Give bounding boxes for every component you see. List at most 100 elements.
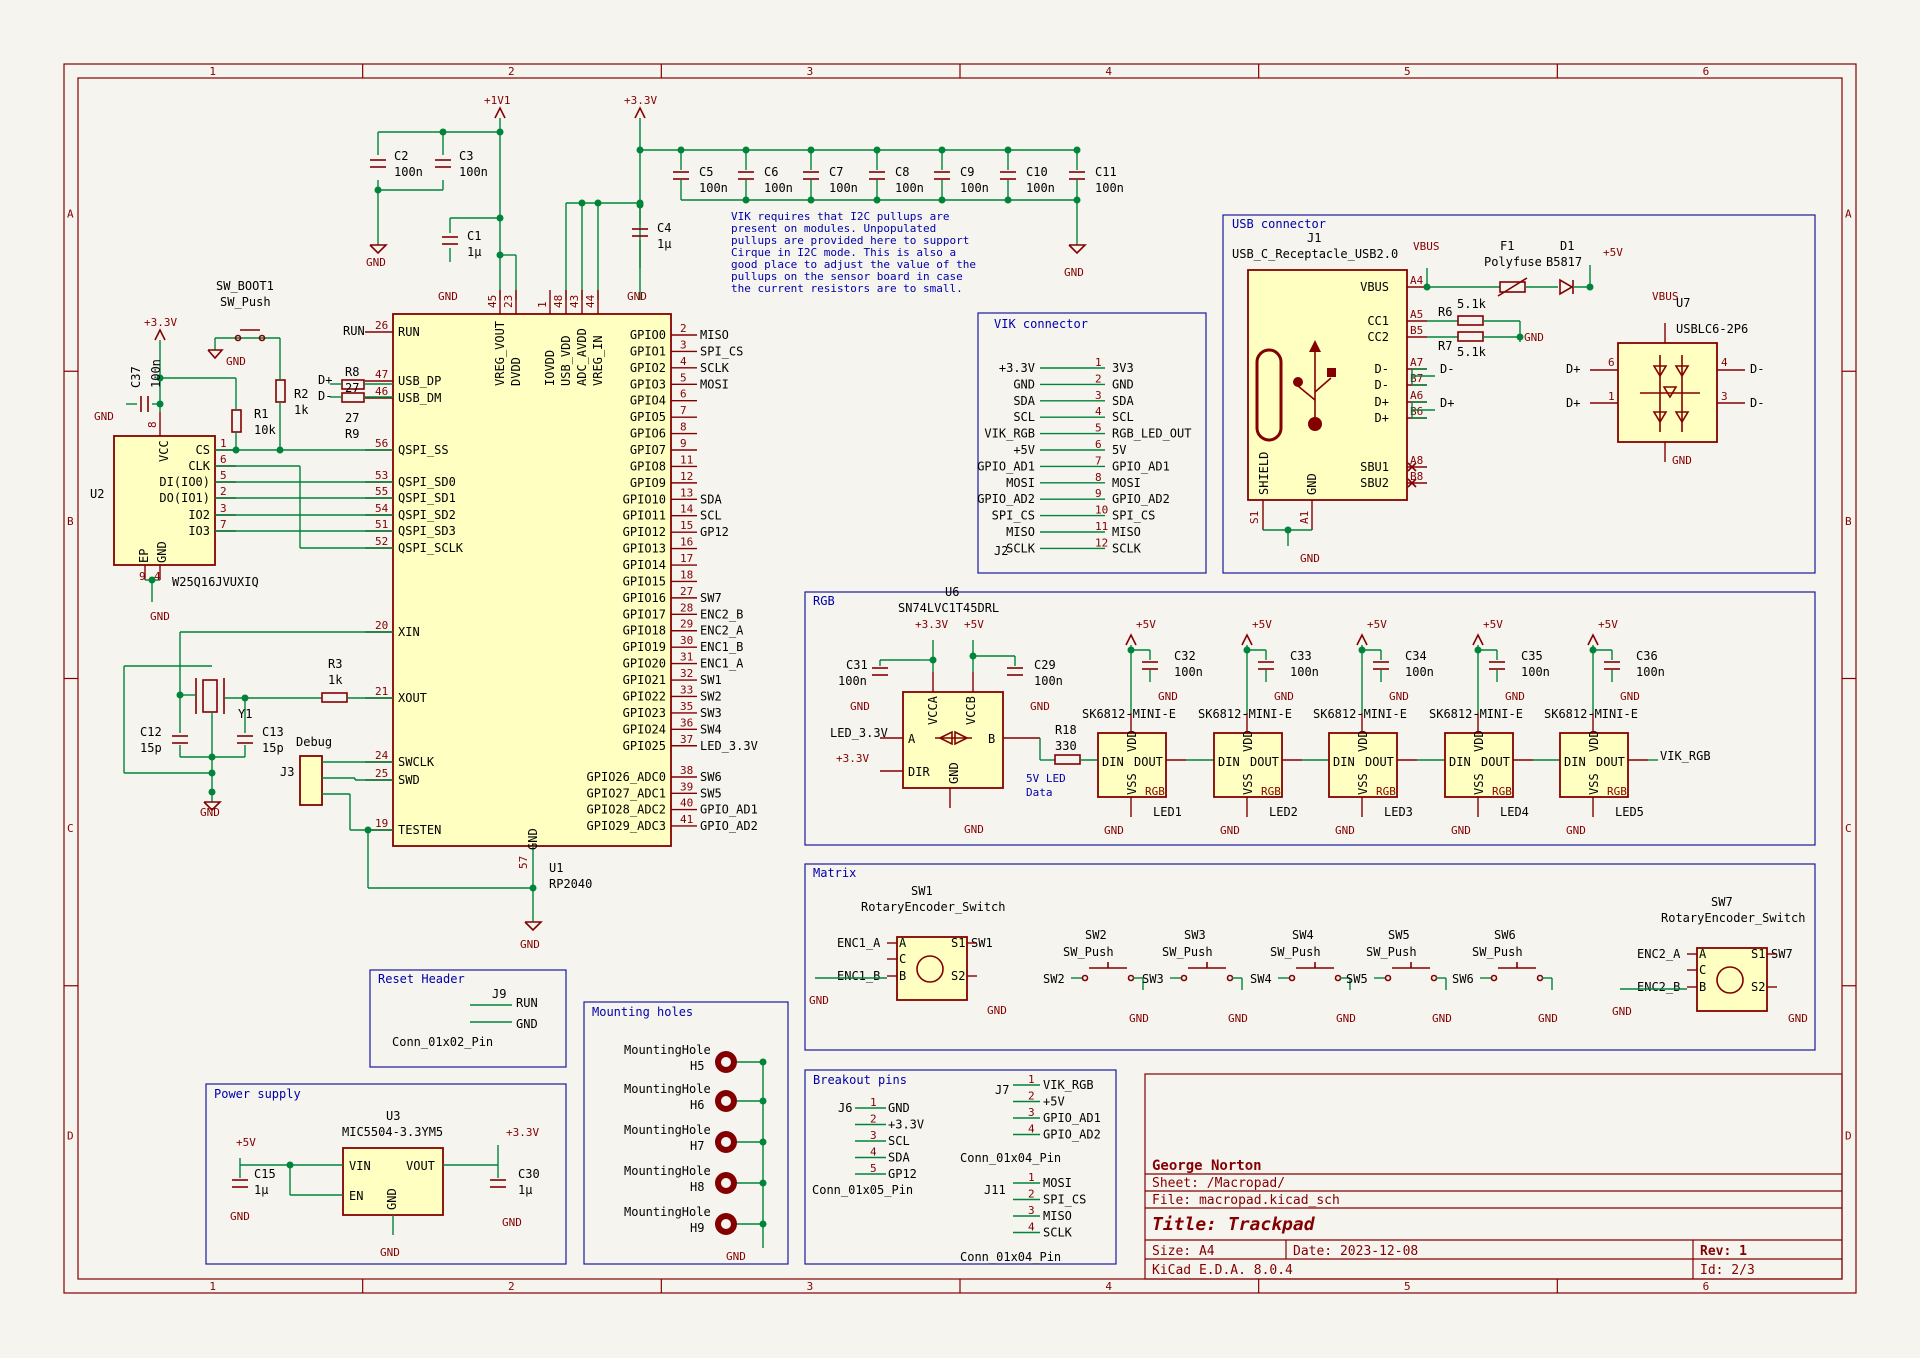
- j6-net: GP12: [888, 1167, 917, 1181]
- vik-pin: MISO: [1112, 525, 1141, 539]
- led-cap-ref: C33: [1290, 649, 1312, 663]
- led-din: DIN: [1449, 755, 1471, 769]
- net-label: SCL: [700, 509, 722, 523]
- hole-ref: H6: [690, 1098, 704, 1112]
- power-supply: Power supply U3 MIC5504-3.3YM5 VIN EN VO…: [205, 1083, 567, 1265]
- net-label: ENC2_A: [700, 624, 744, 638]
- u2-pin-name: IO2: [188, 508, 210, 522]
- c15-val: 1µ: [254, 1183, 268, 1197]
- usb-pin-name: CC2: [1367, 330, 1389, 344]
- u2-pin-name: DO(IO1): [159, 491, 210, 505]
- gnd-label: GND: [94, 410, 114, 423]
- u1-pin-num: 41: [680, 813, 693, 826]
- u1-pin-name: GPIO19: [623, 640, 666, 654]
- u1-pin-name: GPIO4: [630, 394, 666, 408]
- usb-pin-num: B8: [1410, 470, 1423, 483]
- vik-net: +5V: [1013, 443, 1035, 457]
- u1-pin-num: 32: [680, 667, 693, 680]
- cap-ref: C11: [1095, 165, 1117, 179]
- u1-pin-name: GPIO7: [630, 443, 666, 457]
- u1-pin-name: QSPI_SD1: [398, 491, 456, 505]
- led-ref: LED3: [1384, 805, 1413, 819]
- c30-ref: C30: [518, 1167, 540, 1181]
- tb-tool: KiCad E.D.A. 8.0.4: [1152, 1263, 1293, 1278]
- j11-net: MOSI: [1043, 1176, 1072, 1190]
- border-col-2: 2: [508, 65, 515, 78]
- led-vss: VSS: [1587, 773, 1601, 795]
- u1-pin-name: GPIO27_ADC1: [587, 786, 666, 800]
- u1-pin-num: 28: [680, 601, 693, 614]
- cap-ref: C10: [1026, 165, 1048, 179]
- pin-num: 4: [1095, 405, 1102, 418]
- push-net: SW6: [1452, 972, 1474, 986]
- gnd-label: GND: [1620, 690, 1640, 703]
- u1-pin-name: GPIO25: [623, 739, 666, 753]
- gnd-label: GND: [1788, 1012, 1808, 1025]
- vik-pin: SCL: [1112, 410, 1134, 424]
- u6-ref: U6: [945, 585, 959, 599]
- u1-pin-name: GPIO1: [630, 344, 666, 358]
- enc-a: ENC2_A: [1637, 947, 1681, 961]
- y1-ref: Y1: [238, 707, 252, 721]
- u6-val: SN74LVC1T45DRL: [898, 601, 999, 615]
- border-row-B: B: [1845, 515, 1852, 528]
- u3-val: MIC5504-3.3YM5: [342, 1125, 443, 1139]
- r8-ref: R8: [345, 365, 359, 379]
- u1-pin-num: 40: [680, 797, 693, 810]
- led-dout: DOUT: [1134, 755, 1163, 769]
- usb-pin-num: A5: [1410, 308, 1423, 321]
- net-label: GPIO_AD2: [700, 819, 758, 833]
- usb-pin-num: A4: [1410, 274, 1424, 287]
- u3-ref: U3: [386, 1109, 400, 1123]
- led-val: SK6812-MINI-E: [1313, 707, 1407, 721]
- push-net: SW3: [1142, 972, 1164, 986]
- u1-pin-name: GPIO3: [630, 377, 666, 391]
- u1-pin-name: USB_DP: [398, 374, 441, 388]
- j6-net: GND: [888, 1101, 910, 1115]
- breakout-pins: Breakout pins J6 1 GND 2 +3.3V 3 SCL 4 SDA 5 GP12 C…: [804, 1069, 1117, 1265]
- vik-pin: MOSI: [1112, 476, 1141, 490]
- matrix-section: Matrix SW1 RotaryEncoder_Switch ENC1_A ENC1…: [804, 863, 1816, 1051]
- net-dminus: D-: [1750, 396, 1764, 410]
- border-row-A: A: [1845, 208, 1852, 221]
- u1-rp2040: 26 RUN47 USB_DP46 USB_DM56 QSPI_SS53 QSPI_SD0…: [343, 290, 758, 951]
- cap-val: 100n: [1026, 181, 1055, 195]
- u1-pin-num: 29: [680, 618, 693, 631]
- j7-net: GPIO_AD2: [1043, 1128, 1101, 1142]
- u1-pin-name: USB_DM: [398, 391, 441, 405]
- led-val: SK6812-MINI-E: [1544, 707, 1638, 721]
- u2-pin-num: 3: [220, 502, 227, 515]
- r1-ref: R1: [254, 407, 268, 421]
- border-col-2: 2: [508, 1280, 515, 1293]
- u7-ref: U7: [1676, 296, 1690, 310]
- u1-pin-num: 26: [375, 319, 388, 332]
- j6-net: +3.3V: [888, 1118, 924, 1132]
- u1-pin-num: 55: [375, 485, 388, 498]
- u2-ep: EP: [137, 549, 151, 563]
- vbus-label: VBUS: [1413, 240, 1440, 253]
- power-5v: +5V: [1136, 618, 1156, 631]
- gnd-label: GND: [1228, 1012, 1248, 1025]
- tb-rev: Rev: 1: [1700, 1244, 1747, 1259]
- led-cap-val: 100n: [1174, 665, 1203, 679]
- gnd-label: GND: [502, 1216, 522, 1229]
- c12-val: 15p: [140, 741, 162, 755]
- hole-label: MountingHole: [624, 1082, 711, 1096]
- u1-pin-num: 4: [680, 355, 687, 368]
- r6-val: 5.1k: [1457, 297, 1487, 311]
- svg-text:B: B: [899, 969, 906, 983]
- gnd-label: GND: [200, 806, 220, 819]
- j11-net: MISO: [1043, 1209, 1072, 1223]
- vik-net: SDA: [1013, 394, 1035, 408]
- border-row-D: D: [67, 1129, 74, 1142]
- usb-pin-name: CC1: [1367, 314, 1389, 328]
- u1-pin-num: 47: [375, 368, 388, 381]
- pin-num: 3: [1028, 1204, 1035, 1217]
- u1-pin-name: QSPI_SCLK: [398, 541, 464, 555]
- net-label: SPI_CS: [700, 344, 743, 358]
- usb-connector-section: USB connector J1 USB_C_Receptacle_USB2.0…: [1222, 214, 1816, 574]
- border-row-A: A: [67, 208, 74, 221]
- u1-pin-num: 35: [680, 700, 693, 713]
- vik-pin: RGB_LED_OUT: [1112, 427, 1191, 441]
- net-label: SCLK: [700, 361, 730, 375]
